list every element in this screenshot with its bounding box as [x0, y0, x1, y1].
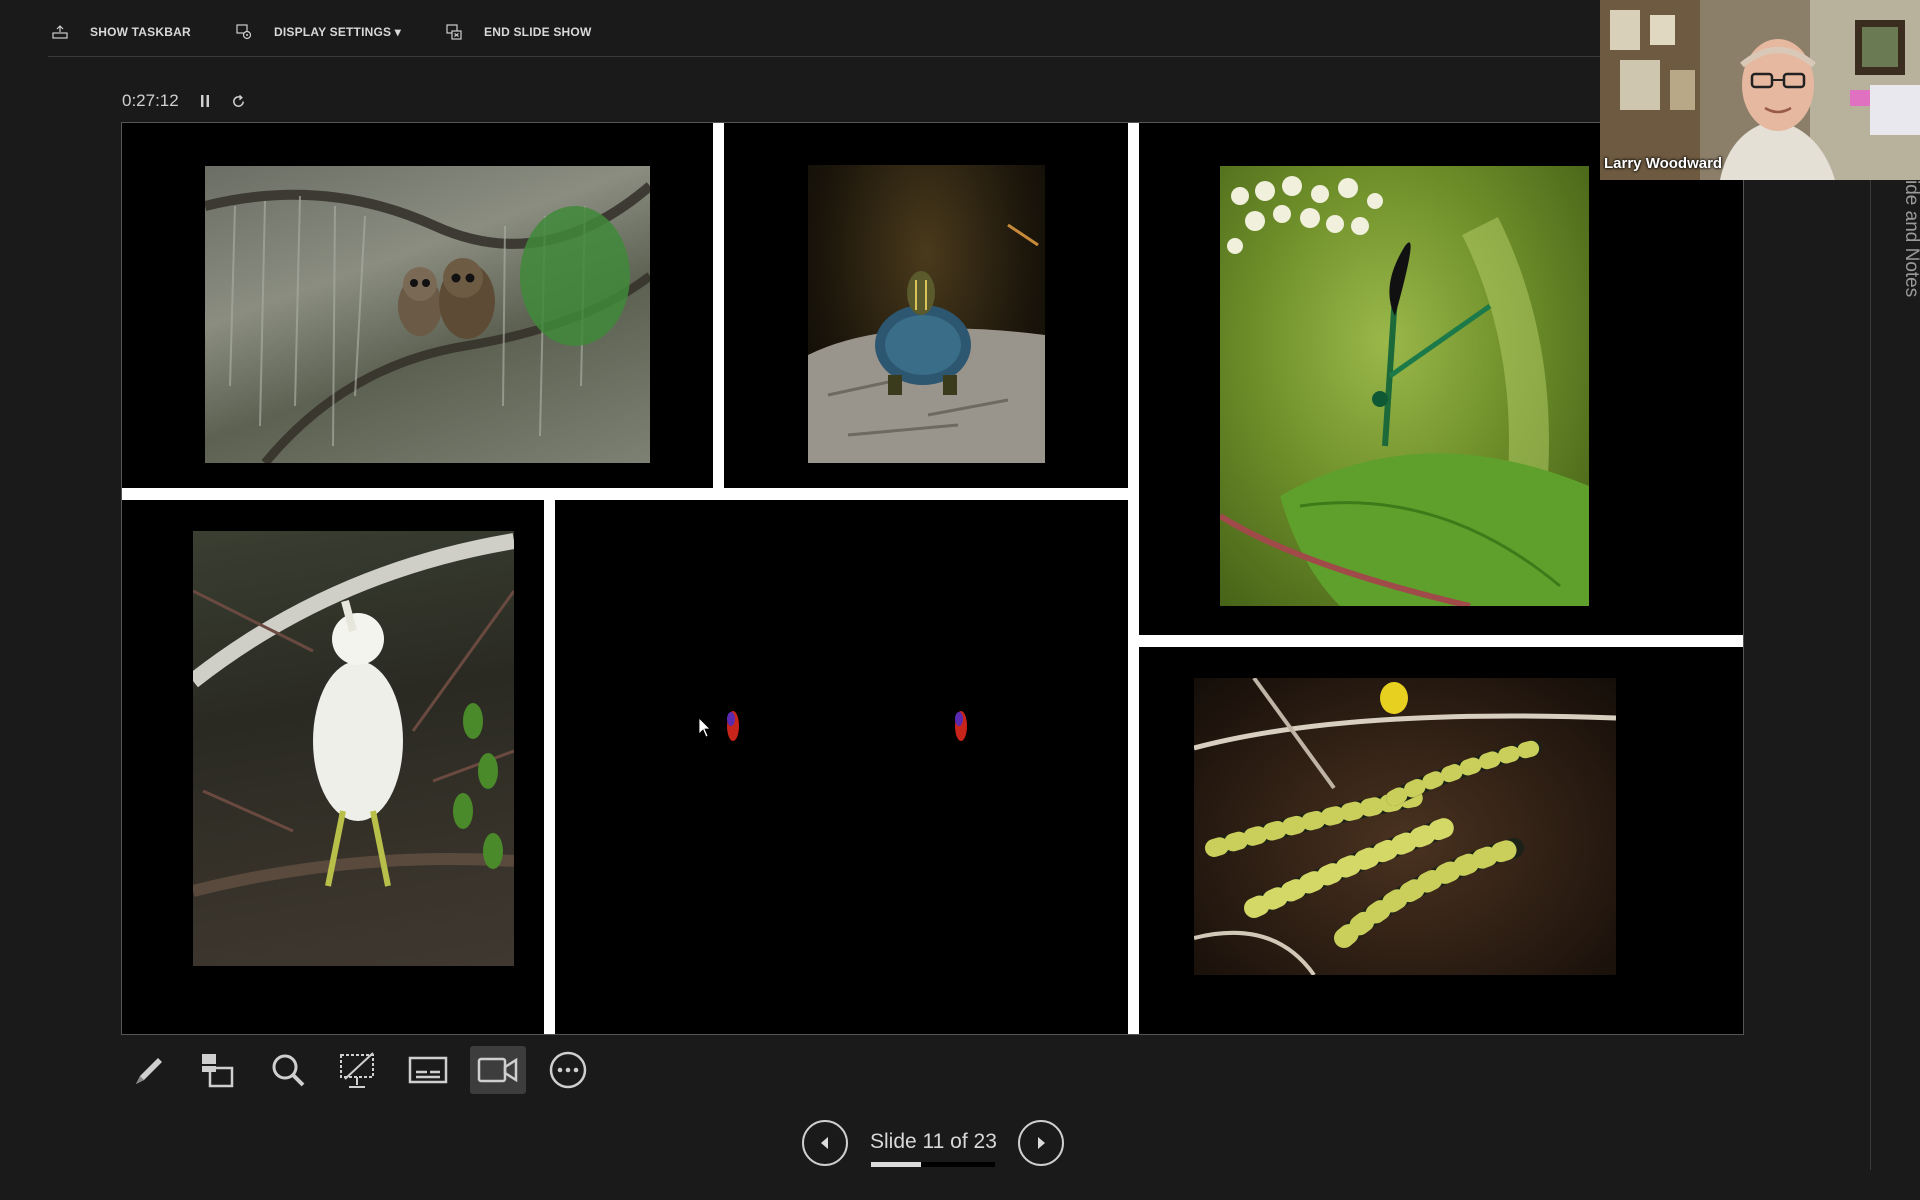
- subtitles-icon: [408, 1056, 448, 1084]
- pen-tool-button[interactable]: [120, 1046, 176, 1094]
- pointer-options-button[interactable]: [330, 1046, 386, 1094]
- current-slide[interactable]: [121, 122, 1744, 1035]
- slide-progress-bar: [871, 1162, 995, 1167]
- presentation-timer: 0:27:12: [122, 90, 246, 112]
- damselfly-photo: [1220, 166, 1589, 606]
- restart-timer-button[interactable]: [231, 94, 246, 109]
- baby-alligators-photo: [1194, 678, 1616, 975]
- display-settings-button[interactable]: DISPLAY SETTINGS ▾: [236, 20, 401, 44]
- next-slide-button[interactable]: [1018, 1120, 1064, 1166]
- pen-icon: [136, 1058, 162, 1084]
- see-all-slides-button[interactable]: [190, 1046, 246, 1094]
- previous-slide-button[interactable]: [802, 1120, 848, 1166]
- photo-panel-owls: [122, 123, 713, 488]
- subtitles-button[interactable]: [400, 1046, 456, 1094]
- panel-divider[interactable]: [1870, 180, 1871, 1170]
- pause-timer-button[interactable]: [199, 94, 211, 108]
- egret-photo: [193, 531, 514, 966]
- slide-and-notes-label[interactable]: ide and Notes: [1900, 180, 1920, 297]
- pointer-screen-icon: [340, 1052, 374, 1088]
- elapsed-time: 0:27:12: [122, 91, 179, 110]
- alligator-eyes-photo: [555, 500, 1128, 1034]
- zoom-button[interactable]: [260, 1046, 316, 1094]
- display-settings-label: DISPLAY SETTINGS ▾: [274, 25, 401, 39]
- triangle-right-icon: [1038, 1137, 1045, 1149]
- all-slides-icon: [202, 1054, 234, 1088]
- slide-counter[interactable]: Slide 11 of 23: [870, 1130, 997, 1154]
- more-options-icon: [549, 1051, 587, 1089]
- restart-icon: [232, 94, 244, 107]
- turtle-photo: [808, 165, 1045, 463]
- end-slide-show-button[interactable]: END SLIDE SHOW: [446, 20, 591, 44]
- photo-panel-damselfly: [1139, 123, 1743, 635]
- photo-panel-baby-alligators: [1139, 647, 1743, 1034]
- display-settings-icon: [236, 24, 252, 40]
- triangle-left-icon: [821, 1137, 828, 1149]
- owls-photo: [205, 166, 650, 463]
- webcam-image: [1600, 0, 1920, 180]
- taskbar-icon: [52, 25, 68, 39]
- camera-toggle-button[interactable]: [470, 1046, 526, 1094]
- end-slide-show-label: END SLIDE SHOW: [484, 25, 592, 39]
- slide-progress-fill: [871, 1162, 921, 1167]
- photo-panel-night: [555, 500, 1128, 1034]
- zoom-icon: [272, 1054, 305, 1087]
- more-options-button[interactable]: [540, 1046, 596, 1094]
- camera-icon: [477, 1057, 518, 1083]
- end-show-icon: [446, 24, 462, 40]
- side-notes-panel: ide and Notes: [1868, 180, 1920, 1180]
- participant-name: Larry Woodward: [1604, 155, 1723, 172]
- presenter-webcam: Larry Woodward: [1600, 0, 1920, 180]
- presenter-toolbar: SHOW TASKBAR DISPLAY SETTINGS ▾ END SLID…: [48, 0, 1600, 57]
- presenter-tools: [120, 1046, 610, 1096]
- show-taskbar-label: SHOW TASKBAR: [90, 25, 191, 39]
- show-taskbar-button[interactable]: SHOW TASKBAR: [52, 20, 191, 44]
- photo-panel-egret: [122, 500, 544, 1034]
- photo-panel-turtle: [724, 123, 1128, 488]
- pause-icon: [200, 95, 209, 107]
